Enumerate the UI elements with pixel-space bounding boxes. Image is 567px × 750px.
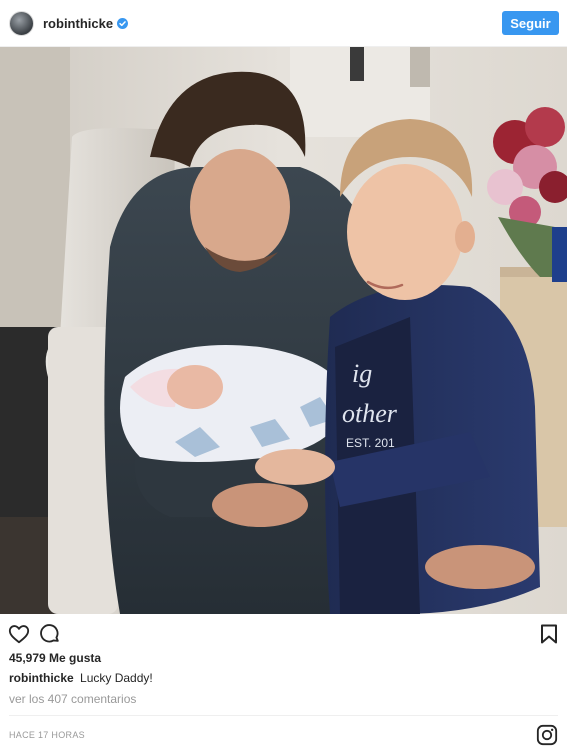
shirt-print-line3: EST. 201 (346, 436, 395, 450)
heart-icon[interactable] (7, 622, 31, 646)
post-image[interactable]: ig other EST. 201 (0, 47, 567, 614)
caption-text: Lucky Daddy! (80, 671, 153, 685)
instagram-icon[interactable] (536, 724, 558, 746)
post-photo-illustration: ig other EST. 201 (0, 47, 567, 614)
username[interactable]: robinthicke (43, 16, 113, 31)
follow-button[interactable]: Seguir (502, 11, 559, 35)
likes-count[interactable]: 45,979 Me gusta (9, 651, 101, 665)
avatar[interactable] (9, 10, 34, 36)
bookmark-icon[interactable] (537, 622, 561, 646)
caption-username[interactable]: robinthicke (9, 671, 74, 685)
verified-badge-icon (117, 17, 129, 29)
shirt-print-line1: ig (352, 359, 372, 388)
view-comments-link[interactable]: ver los 407 comentarios (9, 692, 136, 706)
shirt-print-line2: other (342, 399, 398, 428)
divider (9, 715, 558, 716)
post-timestamp: HACE 17 HORAS (9, 730, 85, 740)
comment-icon[interactable] (38, 622, 62, 646)
post-actions (0, 614, 567, 652)
post-header: robinthicke Seguir (0, 0, 567, 47)
caption: robinthicke Lucky Daddy! (9, 671, 153, 685)
